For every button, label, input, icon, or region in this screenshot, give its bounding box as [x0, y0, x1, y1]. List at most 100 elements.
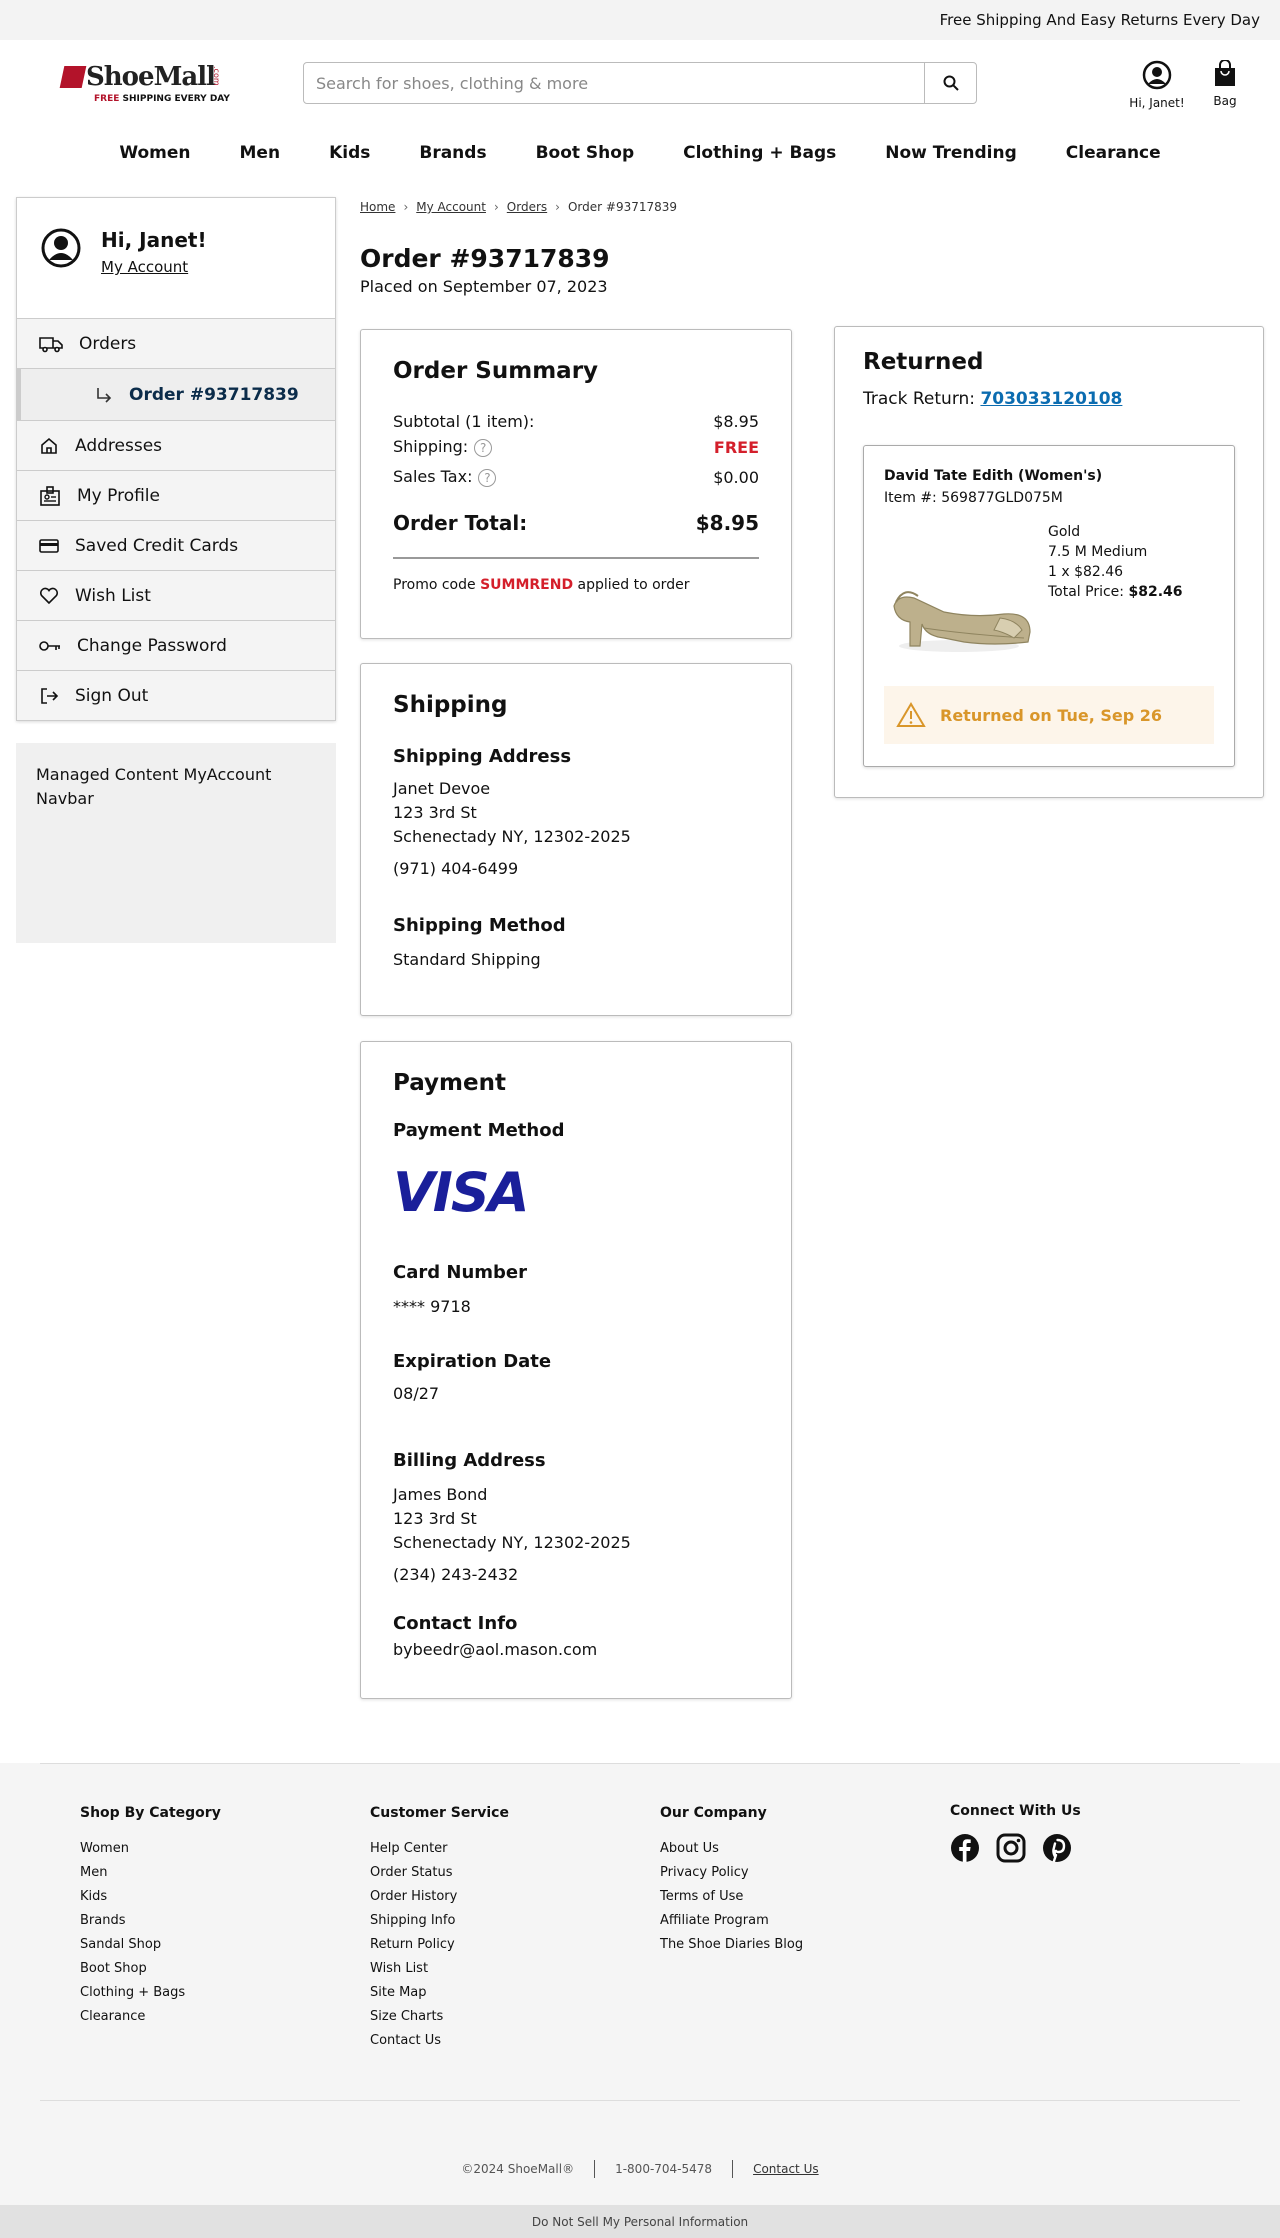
search-input[interactable] — [304, 63, 924, 103]
footer-link[interactable]: Order History — [370, 1885, 509, 1909]
footer-link[interactable]: Help Center — [370, 1837, 509, 1861]
instagram-icon[interactable] — [996, 1833, 1026, 1863]
shipping-row: Shipping:? FREE — [393, 437, 759, 457]
footer-link[interactable]: Contact Us — [370, 2029, 509, 2053]
footer-link[interactable]: Clothing + Bags — [80, 1981, 221, 2005]
sidebar-item-label: Addresses — [75, 435, 163, 456]
footer-link[interactable]: Terms of Use — [660, 1885, 803, 1909]
footer-link[interactable]: Order Status — [370, 1861, 509, 1885]
nav-men[interactable]: Men — [215, 143, 305, 163]
returned-status-text: Returned on Tue, Sep 26 — [940, 705, 1163, 725]
do-not-sell-link[interactable]: Do Not Sell My Personal Information — [0, 2205, 1280, 2238]
footer-link[interactable]: Shipping Info — [370, 1909, 509, 1933]
sidebar-item-addresses[interactable]: Addresses — [17, 420, 335, 470]
footer-link[interactable]: Men — [80, 1861, 221, 1885]
logo-dotcom: .com — [212, 66, 221, 86]
footer-link[interactable]: Women — [80, 1837, 221, 1861]
sidebar-item-credit-cards[interactable]: Saved Credit Cards — [17, 520, 335, 570]
shipping-label: Shipping: — [393, 437, 469, 456]
sidebar-item-profile[interactable]: My Profile — [17, 470, 335, 520]
footer-link[interactable]: Site Map — [370, 1981, 509, 2005]
nav-clearance[interactable]: Clearance — [1041, 143, 1185, 163]
expiration-date: 08/27 — [393, 1384, 440, 1403]
nav-clothing-bags[interactable]: Clothing + Bags — [659, 143, 861, 163]
product-name[interactable]: David Tate Edith (Women's) — [884, 468, 1214, 484]
footer-link[interactable]: Size Charts — [370, 2005, 509, 2029]
arrow-return-icon — [97, 387, 112, 403]
nav-brands[interactable]: Brands — [395, 143, 511, 163]
nav-kids[interactable]: Kids — [305, 143, 395, 163]
key-icon — [39, 640, 60, 651]
sign-out-icon — [41, 687, 59, 704]
promo-text: Free Shipping And Easy Returns Every Day — [939, 11, 1260, 29]
footer-heading: Customer Service — [370, 1805, 509, 1821]
returned-item: David Tate Edith (Women's) Item #: 56987… — [863, 445, 1235, 767]
footer-link[interactable]: Wish List — [370, 1957, 509, 1981]
nav-boot-shop[interactable]: Boot Shop — [511, 143, 659, 163]
footer-link[interactable]: Privacy Policy — [660, 1861, 803, 1885]
breadcrumb-orders[interactable]: Orders — [507, 200, 547, 214]
breadcrumb: Home › My Account › Orders › Order #9371… — [360, 200, 677, 214]
sidebar-item-label: My Profile — [77, 485, 160, 506]
bag-button[interactable]: Bag — [1205, 60, 1245, 108]
account-button[interactable]: Hi, Janet! — [1128, 60, 1186, 110]
sidebar-item-order-detail[interactable]: Order #93717839 — [17, 368, 335, 420]
payment-card: Payment Payment Method VISA Card Number … — [360, 1041, 792, 1699]
footer-link[interactable]: Clearance — [80, 2005, 221, 2029]
footer-link[interactable]: About Us — [660, 1837, 803, 1861]
tax-value: $0.00 — [713, 467, 759, 487]
footer-divider — [40, 1763, 1240, 1764]
sidebar-item-orders[interactable]: Orders — [17, 318, 335, 368]
my-account-link[interactable]: My Account — [101, 258, 207, 276]
footer-heading: Shop By Category — [80, 1805, 221, 1821]
shipping-method: Standard Shipping — [393, 950, 541, 969]
card-number-heading: Card Number — [393, 1262, 527, 1283]
track-return-link[interactable]: 703033120108 — [980, 389, 1122, 409]
sidebar-item-wish-list[interactable]: Wish List — [17, 570, 335, 620]
sidebar-item-sign-out[interactable]: Sign Out — [17, 670, 335, 720]
promo-code: SUMMREND — [480, 577, 574, 593]
returned-heading: Returned — [863, 349, 984, 375]
breadcrumb-my-account[interactable]: My Account — [416, 200, 486, 214]
header: ShoeMall .com FREE SHIPPING EVERY DAY Hi… — [0, 40, 1280, 128]
contact-us-link[interactable]: Contact Us — [753, 2162, 819, 2176]
promo-bar: Free Shipping And Easy Returns Every Day — [0, 0, 1280, 40]
footer-heading: Connect With Us — [950, 1803, 1081, 1819]
breadcrumb-home[interactable]: Home — [360, 200, 395, 214]
sidebar-item-label: Saved Credit Cards — [75, 535, 239, 556]
footer-link[interactable]: Affiliate Program — [660, 1909, 803, 1933]
visa-logo: VISA — [393, 1161, 530, 1224]
shipping-method-heading: Shipping Method — [393, 915, 566, 936]
sidebar-item-change-password[interactable]: Change Password — [17, 620, 335, 670]
order-total-label: Order Total: — [393, 511, 528, 535]
credit-card-icon — [39, 538, 59, 553]
billing-address: James Bond 123 3rd St Schenectady NY, 12… — [393, 1483, 759, 1587]
product-image[interactable] — [884, 546, 1034, 666]
nav-now-trending[interactable]: Now Trending — [861, 143, 1042, 163]
order-summary-heading: Order Summary — [393, 358, 599, 384]
pinterest-icon[interactable] — [1042, 1833, 1072, 1863]
account-sidebar: Hi, Janet! My Account Orders Order #9371… — [16, 197, 336, 943]
promo-code-note: Promo code SUMMREND applied to order — [393, 577, 690, 593]
shipping-value: FREE — [713, 437, 759, 457]
nav-women[interactable]: Women — [95, 143, 215, 163]
footer-link[interactable]: The Shoe Diaries Blog — [660, 1933, 803, 1957]
footer-link[interactable]: Boot Shop — [80, 1957, 221, 1981]
home-icon — [41, 437, 57, 454]
footer-link[interactable]: Kids — [80, 1885, 221, 1909]
sidebar-item-label: Orders — [79, 333, 137, 354]
footer-link[interactable]: Sandal Shop — [80, 1933, 221, 1957]
help-icon[interactable]: ? — [474, 439, 493, 457]
search-button[interactable] — [924, 63, 976, 103]
copyright: ©2024 ShoeMall® — [461, 2162, 575, 2176]
footer-connect-column: Connect With Us — [950, 1803, 1081, 1863]
billing-phone: (234) 243-2432 — [393, 1565, 519, 1584]
shoemall-logo[interactable]: ShoeMall .com FREE SHIPPING EVERY DAY — [59, 62, 230, 106]
footer-link[interactable]: Brands — [80, 1909, 221, 1933]
truck-icon — [39, 336, 63, 352]
user-icon — [1142, 60, 1172, 90]
footer-link[interactable]: Return Policy — [370, 1933, 509, 1957]
help-icon[interactable]: ? — [478, 469, 497, 487]
managed-content: Managed Content MyAccount Navbar — [16, 743, 336, 943]
facebook-icon[interactable] — [950, 1833, 980, 1863]
